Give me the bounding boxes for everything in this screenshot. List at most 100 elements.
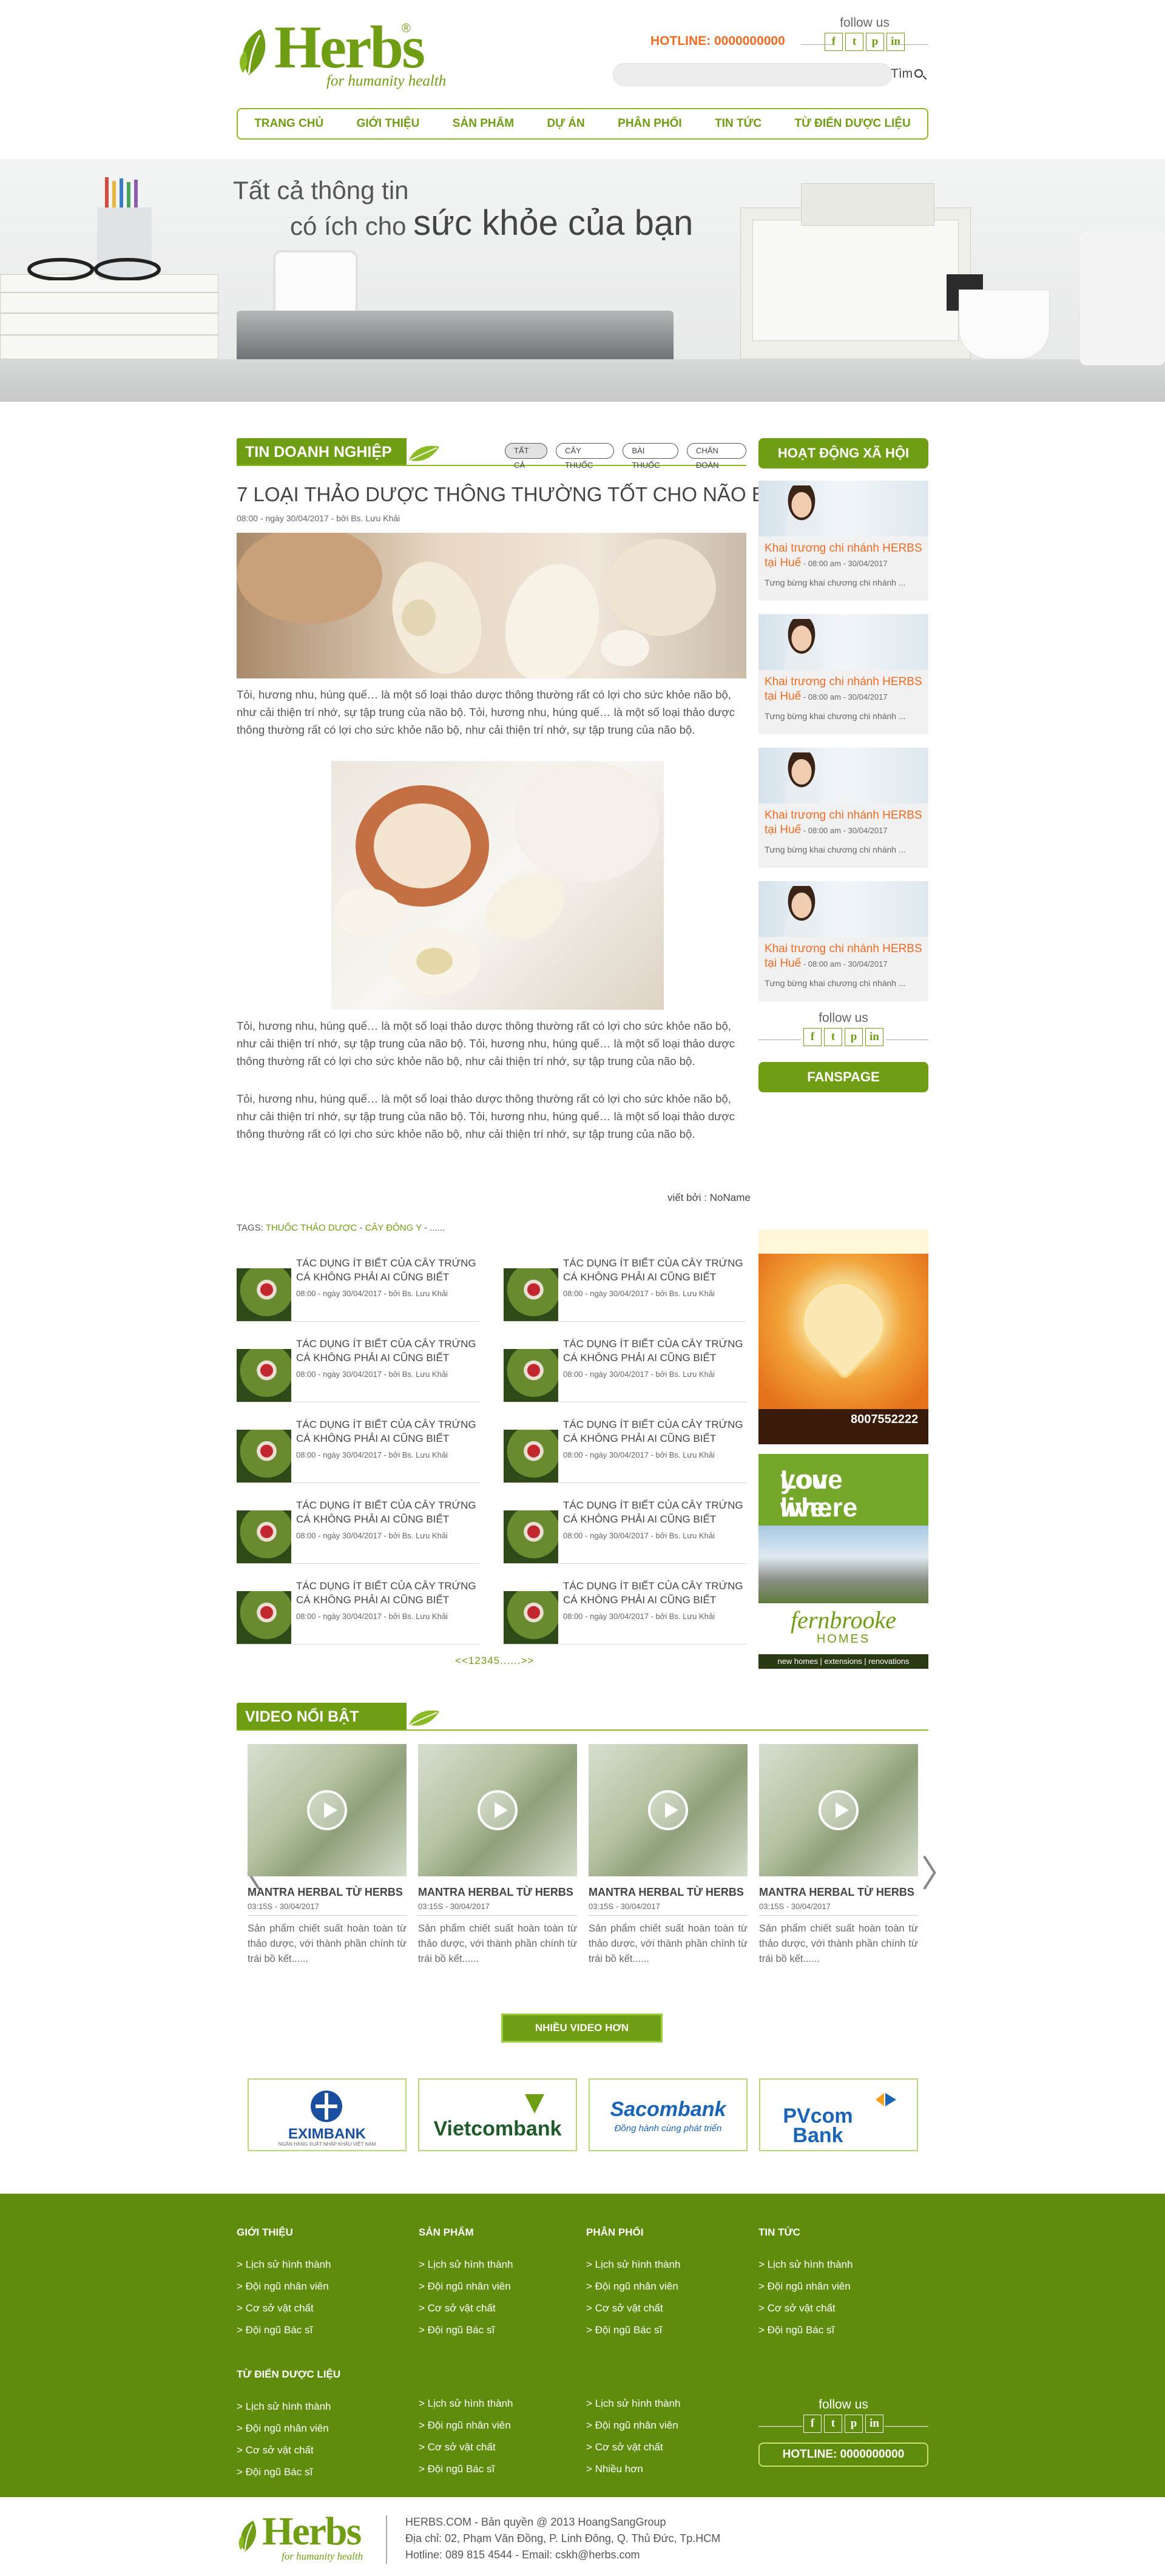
play-icon[interactable] xyxy=(819,1790,859,1830)
footer-link[interactable]: > Lịch sử hình thành xyxy=(237,2401,407,2413)
activity-title: Khai trương chi nhánh HERBS tại Huế - 08… xyxy=(765,809,922,836)
filter-diagnosis[interactable]: CHẨN ĐOÁN xyxy=(686,443,746,470)
list-item[interactable]: TÁC DỤNG ÍT BIẾT CỦA CÂY TRỨNG CÁ KHÔNG … xyxy=(504,1256,746,1322)
facebook-icon[interactable]: f xyxy=(803,1028,822,1046)
ad-headline-box: Love where you live. xyxy=(758,1454,928,1526)
footer-link[interactable]: > Lịch sử hình thành xyxy=(758,2259,928,2271)
footer-link[interactable]: > Đội ngũ nhân viên xyxy=(419,2280,589,2293)
list-item[interactable]: TÁC DỤNG ÍT BIẾT CỦA CÂY TRỨNG CÁ KHÔNG … xyxy=(504,1498,746,1564)
video-card[interactable]: MANTRA HERBAL TỪ HERBS 03:15S - 30/04/201… xyxy=(248,1744,407,1987)
related-title: TÁC DỤNG ÍT BIẾT CỦA CÂY TRỨNG CÁ KHÔNG … xyxy=(296,1338,476,1364)
footer-link[interactable]: > Lịch sử hình thành xyxy=(237,2259,407,2271)
related-thumbnail xyxy=(237,1268,291,1322)
social-links: f t p in xyxy=(803,2415,883,2433)
play-icon[interactable] xyxy=(307,1790,347,1830)
footer-link[interactable]: > Đội ngũ nhân viên xyxy=(419,2419,589,2432)
activity-desc: Tưng bừng khai chương chi nhánh ... xyxy=(765,578,906,587)
list-item[interactable]: TÁC DỤNG ÍT BIẾT CỦA CÂY TRỨNG CÁ KHÔNG … xyxy=(237,1498,479,1564)
carousel-next-icon[interactable]: 〉 xyxy=(921,1845,957,1898)
article-tags: TAGS: THUỐC THẢO DƯỢC - CÂY ĐÔNG Y - ...… xyxy=(237,1223,445,1233)
footer-link[interactable]: > Lịch sử hình thành xyxy=(419,2259,589,2271)
related-title: TÁC DỤNG ÍT BIẾT CỦA CÂY TRỨNG CÁ KHÔNG … xyxy=(563,1419,743,1444)
footer-link[interactable]: > Đội ngũ Bác sĩ xyxy=(419,2463,589,2475)
footer-link[interactable]: > Lịch sử hình thành xyxy=(586,2259,756,2271)
video-card[interactable]: MANTRA HERBAL TỪ HERBS 03:15S - 30/04/201… xyxy=(589,1744,748,1987)
footer-link[interactable]: > Đội ngũ Bác sĩ xyxy=(237,2324,407,2336)
footer-link[interactable]: > Lịch sử hình thành xyxy=(586,2398,756,2410)
footer-link[interactable]: > Cơ sở vật chất xyxy=(419,2441,589,2453)
tag-link[interactable]: THUỐC THẢO DƯỢC xyxy=(266,1223,357,1233)
advertisement-banner[interactable]: 8007552222 xyxy=(758,1229,928,1444)
ad-brand: fernbrooke xyxy=(790,1606,897,1634)
footer-link[interactable]: > Lịch sử hình thành xyxy=(419,2398,589,2410)
footer-link[interactable]: > Cơ sở vật chất xyxy=(586,2302,756,2314)
news-filters: TẤT CẢ CÂY THUỐC BÀI THUỐC CHẨN ĐOÁN xyxy=(505,443,746,470)
list-item[interactable]: TÁC DỤNG ÍT BIẾT CỦA CÂY TRỨNG CÁ KHÔNG … xyxy=(504,1337,746,1402)
related-meta: 08:00 - ngày 30/04/2017 - bởi Bs. Lưu Kh… xyxy=(296,1370,448,1379)
list-item[interactable]: TÁC DỤNG ÍT BIẾT CỦA CÂY TRỨNG CÁ KHÔNG … xyxy=(504,1579,746,1645)
footer-logo[interactable]: Herbs for humanity health xyxy=(237,2510,370,2565)
footer-link[interactable]: > Cơ sở vật chất xyxy=(237,2302,407,2314)
footer-link[interactable]: > Đội ngũ nhân viên xyxy=(237,2422,407,2435)
footer-link[interactable]: > Nhiều hơn xyxy=(586,2463,756,2475)
article-title[interactable]: 7 LOẠI THẢO DƯỢC THÔNG THƯỜNG TỐT CHO NÃ… xyxy=(237,483,781,506)
footer-hotline[interactable]: HOTLINE: 0000000000 xyxy=(758,2442,928,2467)
play-icon[interactable] xyxy=(478,1790,518,1830)
linkedin-icon[interactable]: in xyxy=(865,2415,883,2433)
twitter-icon[interactable]: t xyxy=(824,2415,842,2433)
footer-heading: GIỚI THIỆU xyxy=(237,2226,293,2238)
follow-label: follow us xyxy=(819,2398,868,2412)
footer-link[interactable]: > Cơ sở vật chất xyxy=(419,2302,589,2314)
video-card[interactable]: MANTRA HERBAL TỪ HERBS 03:15S - 30/04/201… xyxy=(759,1744,918,1987)
filter-remedies[interactable]: BÀI THUỐC xyxy=(623,443,678,470)
footer-link[interactable]: > Đội ngũ Bác sĩ xyxy=(419,2324,589,2336)
footer-link[interactable]: > Đội ngũ nhân viên xyxy=(237,2280,407,2293)
more-videos-button[interactable]: NHIỀU VIDEO HƠN xyxy=(501,2013,663,2043)
list-item[interactable]: Khai trương chi nhánh HERBS tại Huế - 08… xyxy=(758,481,928,601)
advertisement-banner[interactable]: Love where you live. fernbrooke HOMES new… xyxy=(758,1454,928,1669)
row-divider xyxy=(237,1482,479,1483)
partner-logo-pvcombank[interactable]: PVcom Bank xyxy=(759,2078,918,2151)
partner-sub: Đồng hành cùng phát triển xyxy=(614,2123,722,2134)
footer-link[interactable]: > Đội ngũ nhân viên xyxy=(586,2280,756,2293)
footer-link[interactable]: > Đội ngũ Bác sĩ xyxy=(758,2324,928,2336)
footer-link[interactable]: > Cơ sở vật chất xyxy=(586,2441,756,2453)
article-image xyxy=(331,761,664,1010)
list-item[interactable]: Khai trương chi nhánh HERBS tại Huế - 08… xyxy=(758,748,928,868)
related-title: TÁC DỤNG ÍT BIẾT CỦA CÂY TRỨNG CÁ KHÔNG … xyxy=(563,1338,743,1364)
list-item[interactable]: TÁC DỤNG ÍT BIẾT CỦA CÂY TRỨNG CÁ KHÔNG … xyxy=(237,1337,479,1402)
related-meta: 08:00 - ngày 30/04/2017 - bởi Bs. Lưu Kh… xyxy=(296,1531,448,1540)
linkedin-icon[interactable]: in xyxy=(865,1028,883,1046)
list-item[interactable]: TÁC DỤNG ÍT BIẾT CỦA CÂY TRỨNG CÁ KHÔNG … xyxy=(237,1256,479,1322)
list-item[interactable]: TÁC DỤNG ÍT BIẾT CỦA CÂY TRỨNG CÁ KHÔNG … xyxy=(237,1418,479,1483)
fanpage-button[interactable]: FANSPAGE xyxy=(758,1062,928,1092)
partner-logo-sacombank[interactable]: Sacombank Đồng hành cùng phát triển xyxy=(589,2078,748,2151)
footer-link[interactable]: > Đội ngũ Bác sĩ xyxy=(586,2324,756,2336)
footer-link[interactable]: > Cơ sở vật chất xyxy=(758,2302,928,2314)
footer-link[interactable]: > Đội ngũ nhân viên xyxy=(586,2419,756,2432)
pinterest-icon[interactable]: p xyxy=(845,2415,863,2433)
video-title: MANTRA HERBAL TỪ HERBS xyxy=(589,1886,744,1898)
pinterest-icon[interactable]: p xyxy=(845,1028,863,1046)
pagination[interactable]: <<12345......>> xyxy=(455,1655,534,1667)
list-item[interactable]: TÁC DỤNG ÍT BIẾT CỦA CÂY TRỨNG CÁ KHÔNG … xyxy=(504,1418,746,1483)
filter-all[interactable]: TẤT CẢ xyxy=(505,443,548,470)
filter-herbs[interactable]: CÂY THUỐC xyxy=(556,443,615,470)
list-item[interactable]: Khai trương chi nhánh HERBS tại Huế - 08… xyxy=(758,614,928,734)
play-icon[interactable] xyxy=(648,1790,688,1830)
twitter-icon[interactable]: t xyxy=(824,1028,842,1046)
ad-phone: 8007552222 xyxy=(851,1413,919,1426)
footer-link[interactable]: > Đội ngũ Bác sĩ xyxy=(237,2466,407,2478)
tag-link[interactable]: CÂY ĐÔNG Y xyxy=(365,1223,422,1233)
video-meta: 03:15S - 30/04/2017 xyxy=(759,1902,831,1911)
list-item[interactable]: TÁC DỤNG ÍT BIẾT CỦA CÂY TRỨNG CÁ KHÔNG … xyxy=(237,1579,479,1645)
list-item[interactable]: Khai trương chi nhánh HERBS tại Huế - 08… xyxy=(758,881,928,1001)
partner-logo-vietcombank[interactable]: Vietcombank xyxy=(418,2078,577,2151)
footer-link[interactable]: > Đội ngũ nhân viên xyxy=(758,2280,928,2293)
row-divider xyxy=(504,1644,746,1645)
section-rule xyxy=(237,1729,928,1731)
facebook-icon[interactable]: f xyxy=(803,2415,822,2433)
video-card[interactable]: MANTRA HERBAL TỪ HERBS 03:15S - 30/04/201… xyxy=(418,1744,577,1987)
partner-logo-eximbank[interactable]: EXIMBANK NGÂN HÀNG XUẤT NHẬP KHẨU VIỆT N… xyxy=(248,2078,407,2151)
footer-link[interactable]: > Cơ sở vật chất xyxy=(237,2444,407,2456)
